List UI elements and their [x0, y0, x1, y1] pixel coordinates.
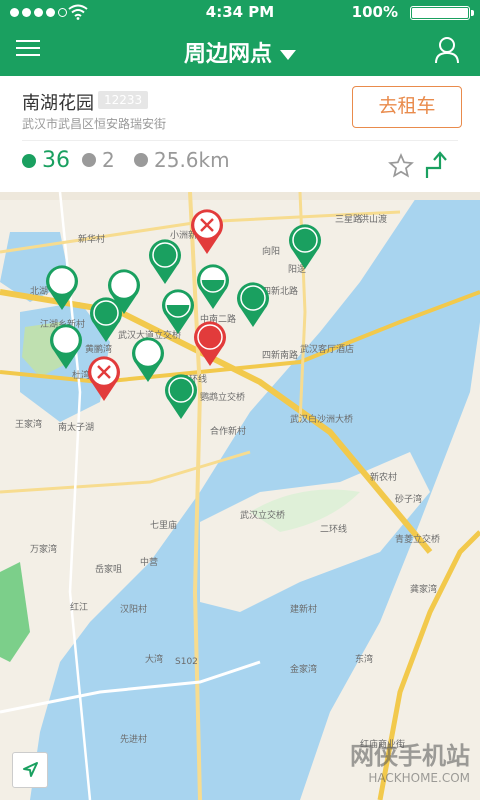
map-place-label: 武汉立交桥	[240, 511, 286, 521]
map-place-label: S102	[175, 657, 198, 667]
station-pin[interactable]	[193, 263, 233, 311]
bikes-count: 36	[42, 148, 70, 173]
map-place-label: 先进村	[120, 735, 148, 745]
map-view[interactable]: 北湖新华村江湖乡新村黄鹂湾杜湾小洲新村向阳阳逻中南二路四新北路四新南路武汉大道立…	[0, 192, 480, 800]
map-place-label: 新农村	[370, 473, 398, 483]
station-address: 武汉市武昌区恒安路瑞安街	[22, 117, 167, 131]
map-place-label: 二环线	[320, 525, 348, 535]
battery-percent: 100%	[351, 3, 398, 21]
parking-count: 2	[102, 148, 115, 172]
status-bar: 4:34 PM 100%	[0, 0, 480, 26]
station-pin[interactable]	[233, 281, 273, 329]
station-pin[interactable]	[46, 323, 86, 371]
divider	[22, 140, 458, 141]
map-place-label: 洪山渡	[360, 215, 388, 225]
station-pin[interactable]	[285, 223, 325, 271]
station-pin[interactable]	[42, 264, 82, 312]
map-place-label: 向阳	[262, 247, 281, 257]
route-icon[interactable]	[424, 150, 450, 180]
rent-bike-button[interactable]: 去租车	[352, 86, 462, 128]
map-place-label: 新华村	[78, 235, 106, 245]
locate-icon	[23, 762, 38, 777]
parking-icon	[82, 153, 96, 167]
map-place-label: 王家湾	[15, 420, 43, 430]
map-place-label: 四新南路	[262, 351, 299, 361]
map-place-label: 龚家湾	[410, 585, 438, 595]
watermark: 网侠手机站 HACKHOME.COM	[350, 736, 470, 785]
map-place-label: 万家湾	[30, 545, 58, 555]
map-place-label: 合作新村	[210, 427, 247, 437]
map-place-label: 中营	[140, 558, 159, 568]
bikes-available: 36	[22, 148, 70, 173]
star-icon[interactable]	[388, 153, 414, 179]
locate-button[interactable]	[12, 752, 48, 788]
map-place-label: 红江	[70, 603, 89, 613]
battery-icon	[410, 6, 474, 20]
user-icon[interactable]	[434, 36, 460, 64]
map-place-label: 鹦鹉立交桥	[200, 393, 246, 403]
parking-available: 2	[82, 148, 115, 172]
map-place-label: 东湾	[355, 655, 374, 665]
map-place-label: 砂子湾	[395, 495, 423, 505]
watermark-cn: 网侠手机站	[350, 742, 470, 770]
station-pin-unavailable[interactable]	[187, 208, 227, 256]
station-id-badge: 12233	[98, 91, 149, 109]
watermark-en: HACKHOME.COM	[368, 771, 470, 785]
status-time: 4:34 PM	[205, 3, 275, 21]
map-place-label: 岳家咀	[95, 565, 123, 575]
page-title: 周边网点	[183, 42, 272, 67]
bike-icon	[22, 153, 36, 168]
caret-down-icon	[280, 50, 296, 60]
map-place-label: 武汉白沙洲大桥	[290, 415, 354, 425]
top-bar: 4:34 PM 100% 周边网点	[0, 0, 480, 76]
map-place-label: 建新村	[290, 605, 318, 615]
map-place-label: 金家湾	[290, 665, 318, 675]
map-place-label: 三星路	[335, 215, 363, 225]
station-pin[interactable]	[86, 296, 126, 344]
map-place-label: 大湾	[145, 655, 164, 665]
station-pin-unavailable[interactable]	[190, 320, 230, 368]
distance: 25.6km	[134, 148, 230, 172]
map-place-label: 青菱立交桥	[395, 535, 441, 545]
station-pin[interactable]	[145, 238, 185, 286]
distance-icon	[134, 153, 148, 167]
map-place-label: 汉阳村	[120, 605, 148, 615]
distance-value: 25.6km	[154, 148, 230, 172]
map-place-label: 武汉客厅酒店	[300, 345, 355, 355]
station-name: 南湖花园	[22, 93, 94, 114]
map-place-label: 七里庙	[150, 521, 178, 531]
station-card: 南湖花园 12233 武汉市武昌区恒安路瑞安街 去租车 36 2 25.6km	[0, 76, 480, 192]
station-pin[interactable]	[161, 373, 201, 421]
station-pin-unavailable[interactable]	[84, 355, 124, 403]
map-place-label: 南太子湖	[58, 423, 95, 433]
page-title-dropdown[interactable]: 周边网点	[0, 36, 480, 68]
